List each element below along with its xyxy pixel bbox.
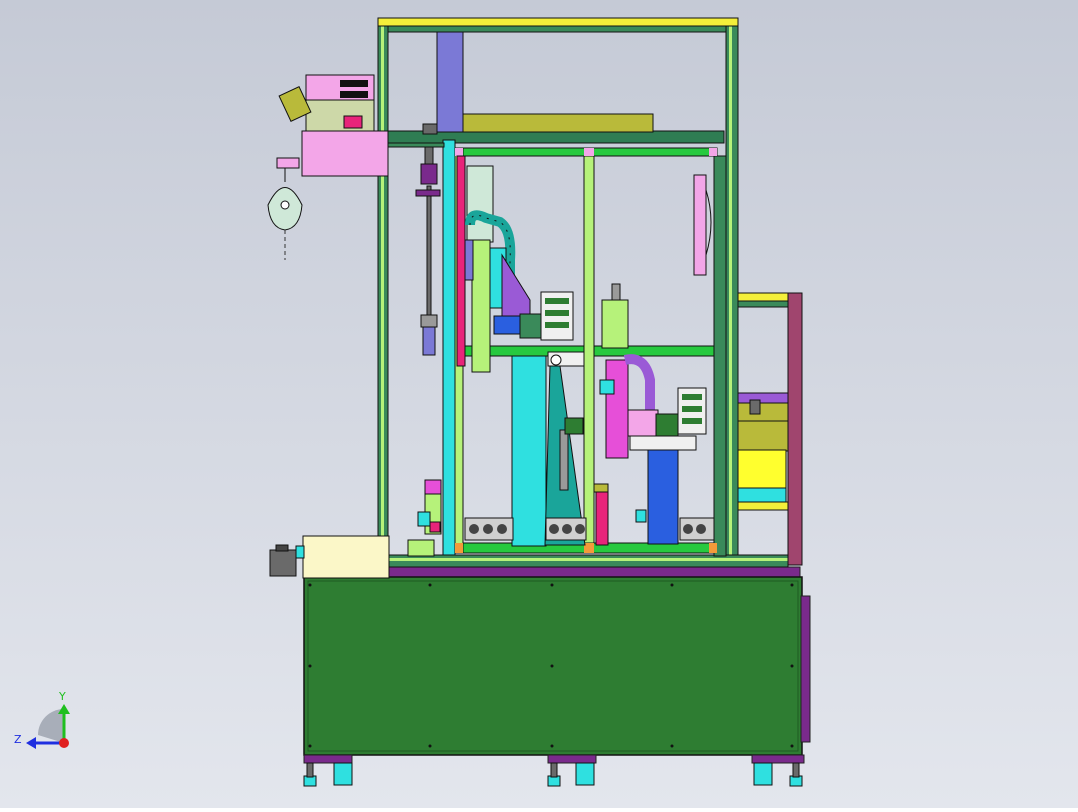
x-axis-dot <box>59 738 69 748</box>
machine-drawing: Y Z <box>0 0 1078 808</box>
z-axis-label: Z <box>14 733 22 746</box>
cad-viewport[interactable]: Y Z <box>0 0 1078 808</box>
base-cabinet <box>303 566 811 756</box>
y-axis-label: Y <box>58 690 66 703</box>
